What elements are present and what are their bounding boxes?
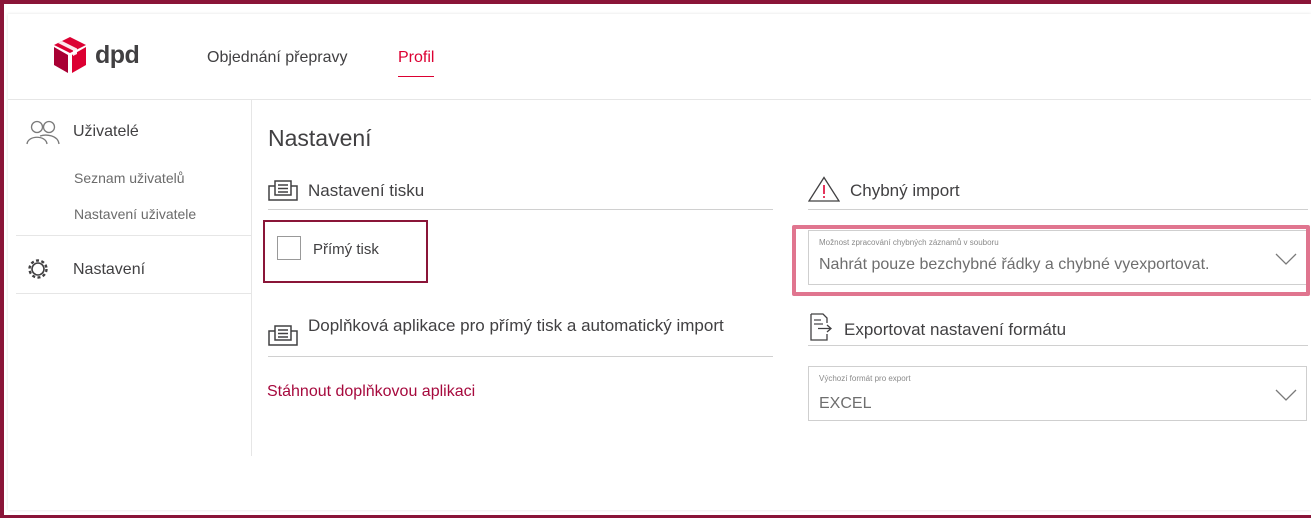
bad-import-header: Chybný import [808,176,1308,210]
sidebar-item-nastaveni-uzivatele[interactable]: Nastavení uživatele [74,206,196,222]
bad-import-heading: Chybný import [850,181,960,200]
app-container: dpd Objednání přepravy Profil Uživatelé … [8,14,1311,510]
print-settings-header: Nastavení tisku [268,180,773,210]
warning-icon [808,176,840,202]
dpd-logo[interactable]: dpd [53,36,140,74]
chevron-down-icon [1275,389,1297,401]
sidebar-settings-title[interactable]: Nastavení [73,261,145,279]
print-settings-heading: Nastavení tisku [308,181,425,200]
export-format-select-label: Výchozí formát pro export [819,374,911,383]
sidebar-users-title[interactable]: Uživatelé [73,123,139,141]
addon-app-heading: Doplňková aplikace pro přímý tisk a auto… [308,316,724,335]
dpd-cube-icon [54,37,86,73]
printer-icon [268,180,298,201]
printer-icon [268,325,298,346]
sidebar: Uživatelé Seznam uživatelů Nastavení uži… [8,100,252,456]
nav-objednani-prepravy[interactable]: Objednání přepravy [207,49,348,67]
sidebar-divider [16,235,251,236]
page-title: Nastavení [268,125,372,151]
export-format-select-value: EXCEL [819,395,872,412]
export-format-heading: Exportovat nastavení formátu [844,320,1067,339]
export-file-icon [810,313,832,341]
users-icon [26,120,60,145]
direct-print-label[interactable]: Přímý tisk [313,241,379,258]
gear-icon [28,259,48,279]
download-addon-link[interactable]: Stáhnout doplňkovou aplikaci [267,383,475,401]
sidebar-item-seznam-uzivatelu[interactable]: Seznam uživatelů [74,170,185,186]
logo-text: dpd [95,40,140,69]
export-format-select[interactable]: Výchozí formát pro export EXCEL [808,366,1307,421]
direct-print-checkbox[interactable] [277,236,301,260]
top-bar: dpd Objednání přepravy Profil [8,14,1311,100]
addon-app-header: Doplňková aplikace pro přímý tisk a auto… [268,315,773,357]
direct-print-highlight: Přímý tisk [263,220,428,283]
nav-profil[interactable]: Profil [398,49,435,77]
sidebar-divider [16,293,251,294]
export-format-header: Exportovat nastavení formátu [808,313,1308,346]
bad-import-highlight [792,225,1310,296]
